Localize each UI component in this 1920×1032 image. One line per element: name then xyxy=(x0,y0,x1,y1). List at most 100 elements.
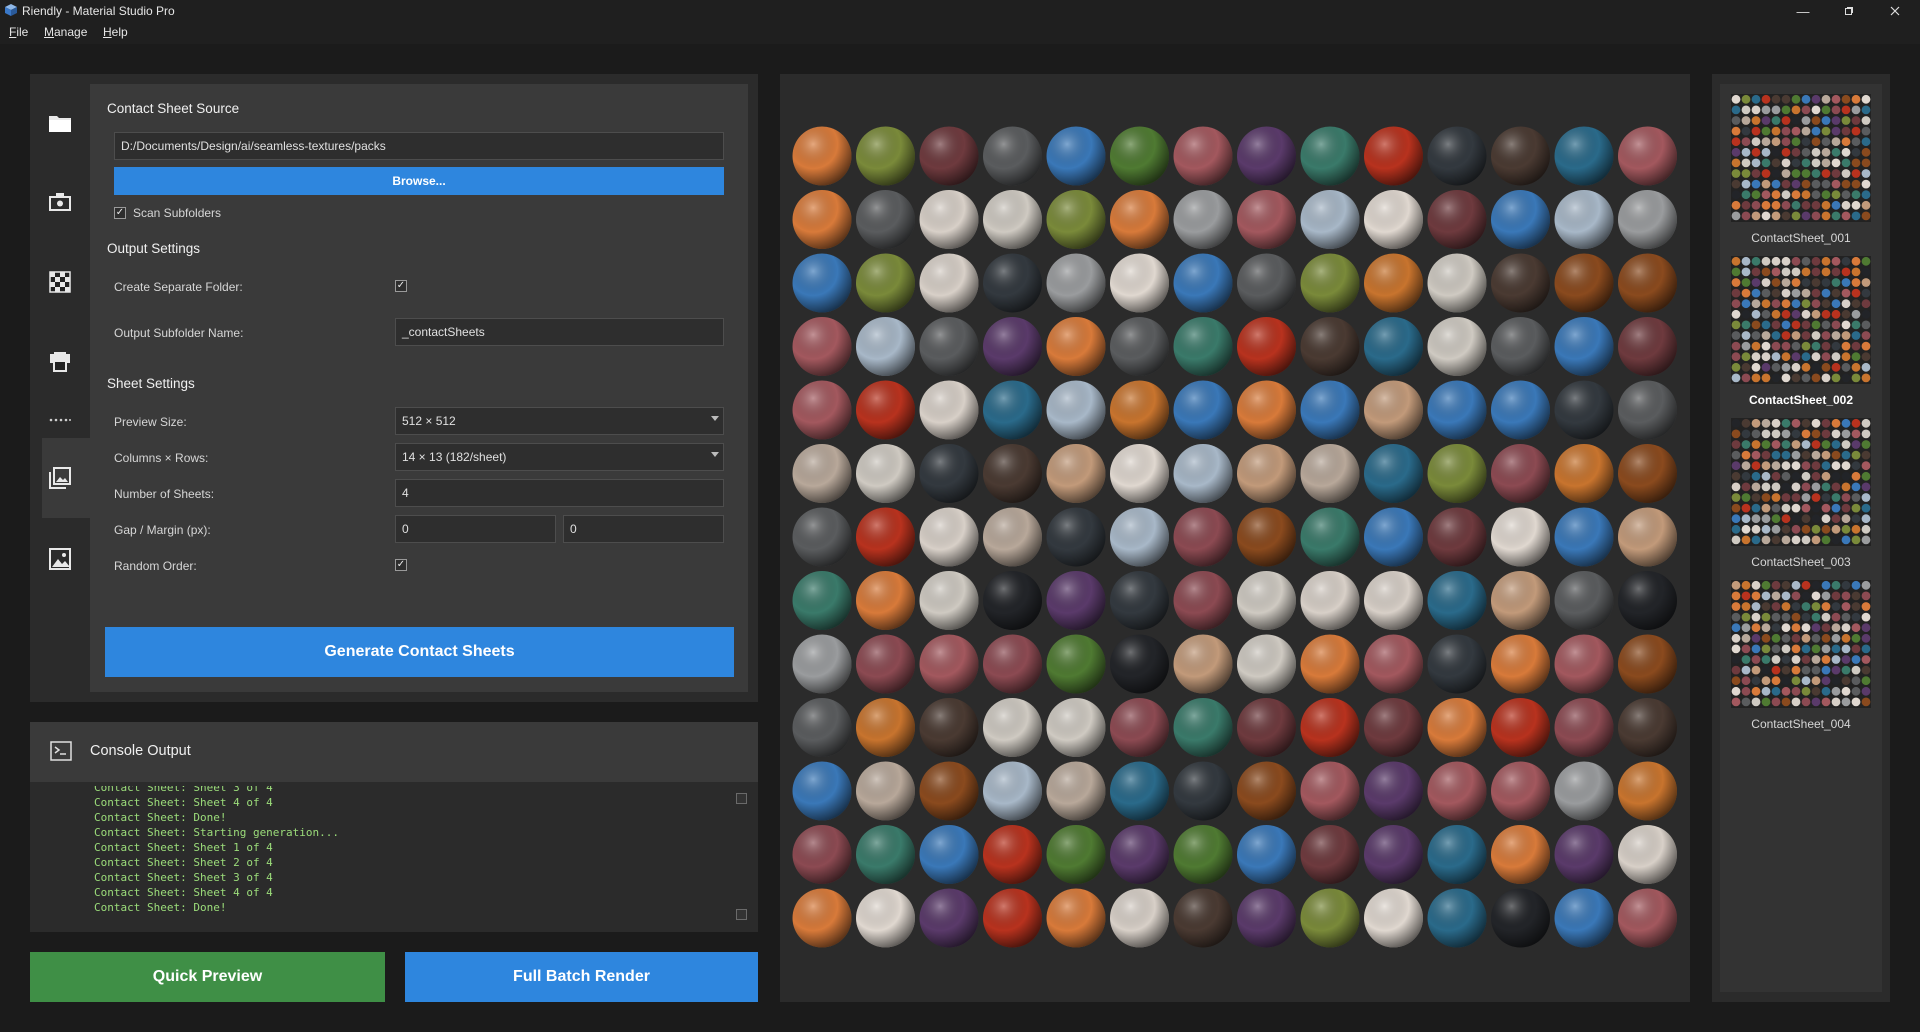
sphere-shading xyxy=(792,825,852,884)
sidebar-item-camera[interactable] xyxy=(44,186,76,218)
sphere-shading xyxy=(1491,507,1550,567)
menu-file[interactable]: File xyxy=(9,25,28,39)
quick-preview-button[interactable]: Quick Preview xyxy=(30,952,385,1002)
sphere-shading xyxy=(856,507,915,567)
close-button[interactable] xyxy=(1872,0,1918,22)
sphere-shading xyxy=(856,888,915,948)
create-folder-checkbox[interactable]: ✓ xyxy=(395,280,407,292)
margin-input[interactable]: 0 xyxy=(563,515,724,543)
thumbnail-label: ContactSheet_002 xyxy=(1748,393,1854,407)
sphere-shading xyxy=(1110,444,1169,503)
sidebar-item-checker[interactable] xyxy=(44,266,76,298)
subfolder-name-label: Output Subfolder Name: xyxy=(114,326,244,340)
sphere-shading xyxy=(1110,253,1169,313)
sphere-shading xyxy=(983,317,1042,376)
sphere-shading xyxy=(792,190,852,249)
sphere-shading xyxy=(1046,126,1106,186)
columns-rows-select[interactable]: 14 × 13 (182/sheet) xyxy=(395,443,724,471)
sphere-shading xyxy=(1237,317,1296,376)
sphere-shading xyxy=(1237,507,1296,567)
subfolder-name-input[interactable]: _contactSheets xyxy=(395,318,724,346)
thumbnail-preview xyxy=(1731,580,1871,707)
console-title: Console Output xyxy=(90,743,191,759)
sphere-shading xyxy=(1046,634,1106,694)
sphere-shading xyxy=(1110,698,1169,757)
sidebar-item-folder[interactable] xyxy=(44,107,76,139)
sphere-shading xyxy=(1427,126,1487,186)
menu-manage[interactable]: Manage xyxy=(44,25,87,39)
source-path-input[interactable]: D:/Documents/Design/ai/seamless-textures… xyxy=(114,132,724,160)
sphere-shading xyxy=(792,444,852,503)
sidebar-item-gallery[interactable] xyxy=(44,462,76,494)
sphere-shading xyxy=(1237,444,1296,503)
gap-input[interactable]: 0 xyxy=(395,515,556,543)
browse-button[interactable]: Browse... xyxy=(114,167,724,195)
sphere-shading xyxy=(1427,507,1487,567)
sphere-shading xyxy=(1491,444,1550,503)
sphere-shading xyxy=(1364,507,1423,567)
sphere-shading xyxy=(1237,761,1296,821)
folder-icon xyxy=(49,116,71,132)
sphere-shading xyxy=(1300,126,1360,186)
sphere-shading xyxy=(1618,571,1677,630)
thumbnail-label: ContactSheet_001 xyxy=(1751,231,1851,245)
restore-button[interactable] xyxy=(1826,0,1872,22)
sphere-shading xyxy=(1491,888,1550,948)
sphere-shading xyxy=(1046,190,1106,249)
console-line: Contact Sheet: Sheet 2 of 4 xyxy=(94,856,273,869)
scroll-down-button[interactable] xyxy=(736,909,747,920)
random-order-label: Random Order: xyxy=(114,559,197,573)
sphere-shading xyxy=(1554,507,1614,567)
sphere-shading xyxy=(1364,634,1423,694)
sphere-shading xyxy=(1554,634,1614,694)
print-icon xyxy=(50,352,70,372)
preview-size-select[interactable]: 512 × 512 xyxy=(395,407,724,435)
sphere-shading xyxy=(1173,634,1233,694)
material-preview-grid[interactable] xyxy=(790,124,1680,954)
contact-sheet-thumbnail[interactable] xyxy=(1731,580,1871,708)
sphere-shading xyxy=(856,253,915,313)
sphere-shading xyxy=(1618,317,1677,376)
sidebar-item-dots[interactable] xyxy=(44,404,76,436)
sphere-shading xyxy=(919,634,979,694)
sphere-shading xyxy=(856,190,915,249)
console-log[interactable]: Contact Sheet: Sheet 3 of 4 Contact Sheet… xyxy=(94,786,714,926)
sphere-shading xyxy=(1364,253,1423,313)
scan-subfolders-checkbox[interactable]: ✓ xyxy=(114,207,126,219)
minimize-button[interactable]: — xyxy=(1780,0,1826,22)
sphere-shading xyxy=(919,571,979,630)
sphere-shading xyxy=(1618,126,1677,186)
sphere-shading xyxy=(1364,317,1423,376)
sphere-shading xyxy=(1427,761,1487,821)
sphere-shading xyxy=(1491,698,1550,757)
full-batch-render-button[interactable]: Full Batch Render xyxy=(405,952,758,1002)
sphere-shading xyxy=(792,253,852,313)
sphere-shading xyxy=(856,317,915,376)
contact-sheet-thumbnail[interactable] xyxy=(1731,256,1871,384)
menu-help[interactable]: Help xyxy=(103,25,128,39)
sphere-shading xyxy=(1427,253,1487,313)
sphere-shading xyxy=(1554,253,1614,313)
sphere-shading xyxy=(983,761,1042,821)
gap-margin-label: Gap / Margin (px): xyxy=(114,523,211,537)
sphere-shading xyxy=(856,698,915,757)
sidebar-item-image[interactable] xyxy=(44,543,76,575)
restore-icon xyxy=(1845,7,1853,15)
random-order-checkbox[interactable]: ✓ xyxy=(395,559,407,571)
sphere-shading xyxy=(1300,380,1360,440)
generate-contact-sheets-button[interactable]: Generate Contact Sheets xyxy=(105,627,734,677)
scroll-up-button[interactable] xyxy=(736,793,747,804)
sphere-shading xyxy=(983,698,1042,757)
sphere-shading xyxy=(792,761,852,821)
thumbnail-label: ContactSheet_003 xyxy=(1751,555,1851,569)
contact-sheet-thumbnail[interactable] xyxy=(1731,94,1871,222)
console-line: Contact Sheet: Sheet 3 of 4 xyxy=(94,786,273,794)
sphere-shading xyxy=(1427,825,1487,884)
sphere-shading xyxy=(1364,126,1423,186)
sphere-shading xyxy=(1618,380,1677,440)
terminal-icon xyxy=(50,741,72,761)
sidebar-item-print[interactable] xyxy=(44,346,76,378)
contact-sheet-thumbnail[interactable] xyxy=(1731,418,1871,546)
checker-icon xyxy=(49,271,71,293)
num-sheets-input[interactable]: 4 xyxy=(395,479,724,507)
